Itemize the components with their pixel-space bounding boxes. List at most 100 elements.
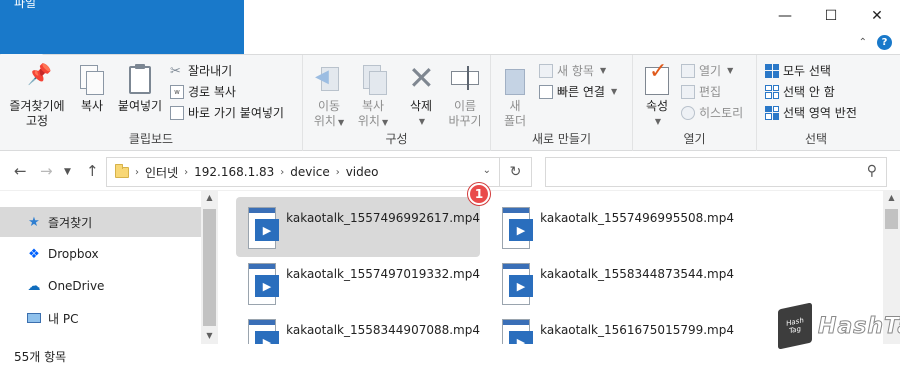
- nav-item-this-pc[interactable]: 내 PC: [0, 303, 201, 333]
- file-item[interactable]: ▶ kakaotalk_1558344873544.mp4: [490, 253, 734, 313]
- delete-button[interactable]: ✕ 삭제 ▼: [401, 59, 441, 129]
- new-item-label: 새 항목: [557, 64, 594, 78]
- copy-button[interactable]: 복사: [72, 63, 112, 114]
- search-input[interactable]: ⚲: [545, 157, 887, 187]
- file-item[interactable]: ▶ kakaotalk_1557496995508.mp4: [490, 197, 734, 257]
- open-button[interactable]: 열기 ▼: [681, 62, 733, 79]
- new-folder-label-1: 새: [509, 99, 521, 113]
- breadcrumb-device[interactable]: device: [290, 165, 329, 179]
- select-none-label: 선택 안 함: [783, 85, 835, 99]
- pin-icon: 📌: [27, 62, 52, 86]
- nav-item-onedrive[interactable]: ☁ OneDrive: [0, 271, 201, 301]
- invert-selection-button[interactable]: 선택 영역 반전: [765, 104, 857, 121]
- scroll-up-icon[interactable]: ▲: [201, 193, 218, 202]
- new-folder-button[interactable]: 새 폴더: [497, 63, 533, 129]
- hashtag-logo-icon: Hash Tag: [778, 302, 812, 350]
- nav-item-quick-access[interactable]: ★ 즐겨찾기: [0, 207, 201, 237]
- edit-label: 편집: [699, 85, 722, 99]
- select-all-label: 모두 선택: [783, 64, 831, 78]
- select-group: 모두 선택 선택 안 함 선택 영역 반전 선택: [757, 55, 875, 151]
- file-scrollbar-thumb[interactable]: [885, 209, 898, 229]
- pin-to-quick-access-button[interactable]: 📌 즐겨찾기에 고정: [6, 63, 68, 129]
- properties-dropdown-icon[interactable]: ▼: [655, 114, 661, 129]
- delete-dropdown-icon[interactable]: ▼: [419, 114, 425, 129]
- history-button[interactable]: 히스토리: [681, 104, 743, 121]
- file-item[interactable]: ▶ kakaotalk_1561675015799.mp4: [490, 309, 734, 344]
- monitor-icon: [26, 310, 42, 326]
- cut-button[interactable]: ✂ 잘라내기: [170, 62, 232, 79]
- help-icon[interactable]: ?: [877, 35, 892, 50]
- move-to-label-2: 위치 ▼: [313, 114, 345, 128]
- forward-arrow-icon[interactable]: →: [40, 162, 53, 180]
- edit-icon: [681, 84, 695, 99]
- invert-selection-label: 선택 영역 반전: [783, 106, 857, 120]
- scroll-up-icon[interactable]: ▲: [883, 193, 900, 202]
- address-bar[interactable]: › 인터넷 › 192.168.1.83 › device › video ⌄: [106, 157, 500, 187]
- close-button[interactable]: ✕: [854, 0, 900, 32]
- navigation-bar: ← → ▼ ↑ › 인터넷 › 192.168.1.83 › device › …: [0, 151, 900, 191]
- select-none-button[interactable]: 선택 안 함: [765, 83, 835, 100]
- nav-item-label: OneDrive: [48, 279, 105, 293]
- navigation-pane: ★ 즐겨찾기 ❖ Dropbox ☁ OneDrive 내 PC ▲ ▼: [0, 191, 218, 344]
- properties-label: 속성: [645, 99, 669, 113]
- select-all-button[interactable]: 모두 선택: [765, 62, 831, 79]
- recent-locations-chevron-icon[interactable]: ▼: [64, 167, 71, 177]
- file-item[interactable]: ▶ kakaotalk_1558344907088.mp4: [236, 309, 480, 344]
- file-item[interactable]: ▶ kakaotalk_1557497019332.mp4: [236, 253, 480, 313]
- new-item-button[interactable]: 새 항목 ▼: [539, 62, 606, 79]
- collapse-ribbon-icon[interactable]: ⌃: [859, 37, 867, 48]
- new-group: 새 폴더 새 항목 ▼ 빠른 연결 ▼ 새로 만들기: [491, 55, 633, 151]
- breadcrumb-separator-icon[interactable]: ›: [336, 167, 340, 178]
- nav-scrollbar-thumb[interactable]: [203, 209, 216, 326]
- clipboard-group-label: 클립보드: [128, 132, 174, 146]
- refresh-icon: ↻: [509, 164, 522, 180]
- cut-label: 잘라내기: [188, 64, 233, 78]
- organize-group: ◀ 이동 위치 ▼ 복사 위치 ▼ ✕ 삭제 ▼ 이름 바꾸기 구성: [303, 55, 491, 151]
- refresh-button[interactable]: ↻: [500, 157, 532, 187]
- file-name: kakaotalk_1557497019332.mp4: [286, 267, 480, 281]
- edit-button[interactable]: 편집: [681, 83, 721, 100]
- maximize-button[interactable]: ☐: [808, 0, 854, 32]
- back-arrow-icon[interactable]: ←: [14, 162, 27, 180]
- video-file-icon: ▶: [248, 263, 279, 305]
- tab-file[interactable]: 파일: [0, 0, 244, 54]
- breadcrumb-separator-icon[interactable]: ›: [280, 167, 284, 178]
- new-item-icon: [539, 63, 553, 78]
- breadcrumb-internet[interactable]: 인터넷: [145, 164, 178, 181]
- scissors-icon: ✂: [170, 63, 181, 79]
- rename-button[interactable]: 이름 바꾸기: [443, 63, 487, 129]
- breadcrumb-host[interactable]: 192.168.1.83: [194, 165, 274, 179]
- select-all-icon: [765, 63, 779, 78]
- open-dropdown-icon: ▼: [727, 66, 734, 75]
- copy-to-icon: [357, 63, 389, 97]
- file-item[interactable]: ▶ kakaotalk_1557496992617.mp4: [236, 197, 480, 257]
- copy-to-button[interactable]: 복사 위치 ▼: [353, 63, 393, 130]
- delete-icon: ✕: [408, 59, 435, 97]
- easy-access-button[interactable]: 빠른 연결 ▼: [539, 83, 617, 100]
- nav-scrollbar[interactable]: ▲ ▼: [201, 191, 218, 344]
- breadcrumb-separator-icon[interactable]: ›: [135, 167, 139, 178]
- easy-access-label: 빠른 연결: [557, 85, 605, 99]
- move-to-button[interactable]: ◀ 이동 위치 ▼: [309, 63, 349, 130]
- nav-item-dropbox[interactable]: ❖ Dropbox: [0, 239, 201, 269]
- dropbox-icon: ❖: [28, 246, 40, 262]
- properties-button[interactable]: 속성 ▼: [637, 63, 677, 129]
- rename-icon: [449, 63, 481, 97]
- file-name: kakaotalk_1557496992617.mp4: [286, 211, 480, 225]
- breadcrumb-video[interactable]: video: [346, 165, 379, 179]
- minimize-button[interactable]: —: [762, 0, 808, 32]
- copy-path-icon: w: [170, 84, 184, 99]
- scroll-down-icon[interactable]: ▼: [201, 331, 218, 340]
- copy-to-label-2: 위치 ▼: [357, 114, 389, 128]
- folder-icon: [115, 163, 129, 178]
- up-arrow-icon[interactable]: ↑: [86, 162, 99, 180]
- new-folder-large-icon: [499, 63, 531, 97]
- step-badge: 1: [468, 183, 490, 205]
- breadcrumb-separator-icon[interactable]: ›: [184, 167, 188, 178]
- copy-path-button[interactable]: w 경로 복사: [170, 83, 236, 100]
- address-dropdown-icon[interactable]: ⌄: [483, 165, 491, 176]
- star-icon: ★: [28, 214, 40, 230]
- ribbon-tabs: 파일 홈 공유 보기 ⌃ ?: [0, 0, 900, 55]
- paste-shortcut-button[interactable]: 바로 가기 붙여넣기: [170, 104, 284, 121]
- paste-button[interactable]: 붙여넣기: [114, 63, 166, 114]
